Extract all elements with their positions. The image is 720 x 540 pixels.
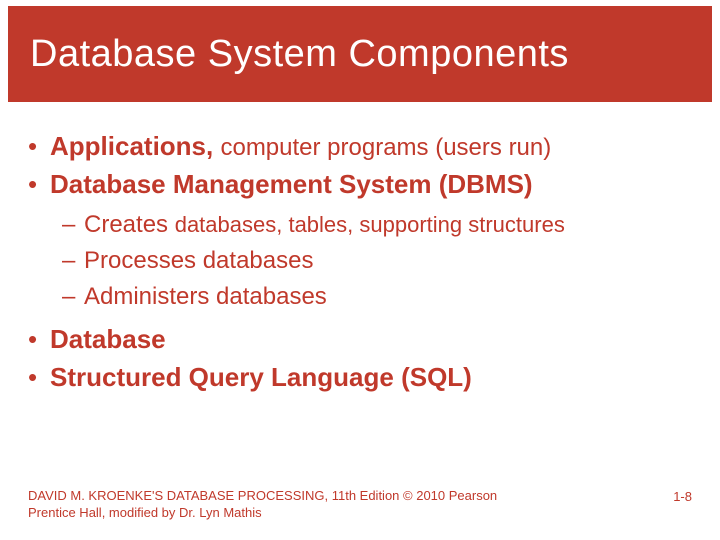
slide-footer: DAVID M. KROENKE'S DATABASE PROCESSING, … (28, 487, 692, 522)
slide-title-box: Database System Components (8, 6, 712, 102)
footer-citation: DAVID M. KROENKE'S DATABASE PROCESSING, … (28, 487, 548, 522)
slide-body: Applications, computer programs (users r… (28, 128, 692, 397)
sub-bullet-administers-text: Administers databases (84, 283, 327, 310)
sub-bullet-processes-text: Processes databases (84, 247, 313, 274)
bullet-sql-text: Structured Query Language (SQL) (50, 362, 472, 392)
bullet-database-text: Database (50, 324, 166, 354)
bullet-applications: Applications, computer programs (users r… (28, 128, 692, 166)
footer-page-number: 1-8 (673, 487, 692, 506)
sub-bullet-creates-lead: Creates (84, 211, 175, 238)
bullet-dbms-text: Database Management System (DBMS) (50, 169, 533, 199)
sub-bullet-creates: Creates databases, tables, supporting st… (28, 207, 692, 243)
bullet-database: Database (28, 321, 692, 359)
bullet-sql: Structured Query Language (SQL) (28, 359, 692, 397)
sub-bullet-creates-rest: databases, tables, supporting structures (175, 212, 565, 237)
bullet-applications-bold: Applications, (50, 131, 220, 161)
bullet-applications-rest: computer programs (users run) (220, 134, 551, 161)
sub-bullet-processes: Processes databases (28, 243, 692, 279)
sub-bullet-administers: Administers databases (28, 279, 692, 315)
bullet-dbms: Database Management System (DBMS) (28, 166, 692, 204)
slide-title: Database System Components (30, 33, 569, 76)
